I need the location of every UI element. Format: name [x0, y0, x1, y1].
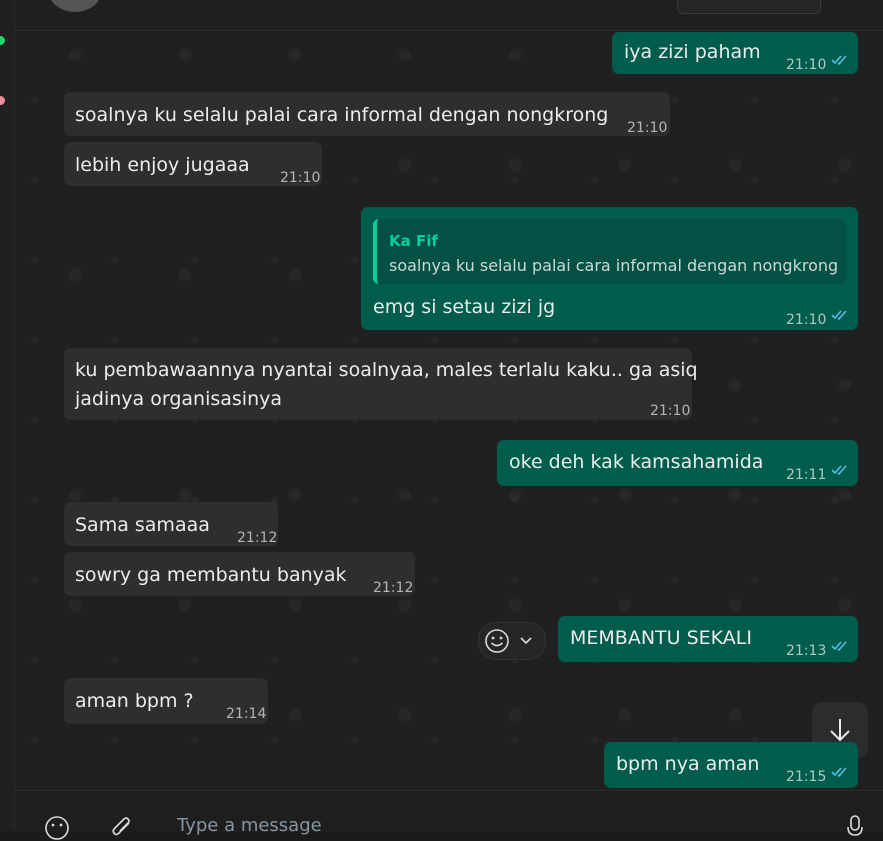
message-bubble[interactable]: ku pembawaannya nyantai soalnyaa, males … [64, 348, 698, 420]
status-dot-green [0, 36, 5, 45]
double-check-icon [831, 641, 847, 652]
message-input[interactable]: Type a message [177, 815, 322, 836]
message-bubble[interactable]: aman bpm ? 21:14 [64, 678, 268, 724]
header-search-box[interactable] [677, 0, 821, 14]
message-text: sowry ga membantu banyak [75, 564, 347, 586]
message-bubble[interactable]: soalnya ku selalu palai cara informal de… [64, 92, 670, 136]
double-check-icon [831, 767, 847, 778]
double-check-icon [831, 310, 847, 321]
message-bubble[interactable]: bpm nya aman 21:15 [604, 742, 858, 788]
message-bubble[interactable]: MEMBANTU SEKALI 21:13 [558, 616, 858, 662]
message-text: iya zizi paham [624, 41, 761, 63]
reaction-button[interactable] [478, 622, 546, 660]
message-bubble[interactable]: lebih enjoy jugaaa 21:10 [64, 142, 322, 186]
smiley-icon [485, 629, 509, 653]
message-text: bpm nya aman [616, 753, 760, 775]
avatar[interactable] [49, 0, 101, 12]
attach-icon[interactable] [109, 815, 135, 841]
message-bubble[interactable]: sowry ga membantu banyak 21:12 [64, 552, 415, 596]
message-time: 21:15 [786, 769, 827, 785]
quote-text: soalnya ku selalu palai cara informal de… [389, 256, 839, 275]
message-text: aman bpm ? [75, 690, 194, 712]
message-composer: Type a message [15, 790, 883, 840]
status-dot-pink [0, 96, 5, 105]
message-time: 21:12 [237, 530, 278, 546]
message-text: Sama samaaa [75, 514, 210, 536]
double-check-icon [831, 465, 847, 476]
microphone-icon[interactable] [846, 815, 864, 841]
message-time: 21:10 [786, 312, 827, 328]
chat-header [15, 0, 883, 31]
message-bubble[interactable]: Sama samaaa 21:12 [64, 502, 278, 546]
message-time: 21:10 [786, 57, 827, 73]
message-time: 21:10 [650, 403, 691, 419]
message-bubble[interactable]: iya zizi paham 21:10 [612, 32, 858, 74]
message-time: 21:14 [226, 706, 267, 722]
message-time: 21:10 [627, 120, 668, 136]
message-text-line-2: jadinya organisasinya [75, 388, 283, 410]
message-text: soalnya ku selalu palai cara informal de… [75, 104, 609, 126]
message-time: 21:10 [280, 170, 321, 186]
message-text: MEMBANTU SEKALI [570, 627, 752, 649]
message-time: 21:12 [373, 580, 414, 596]
left-strip [0, 0, 15, 831]
message-time: 21:13 [786, 643, 827, 659]
message-text: oke deh kak kamsahamida [509, 451, 764, 473]
emoji-icon[interactable] [44, 815, 70, 841]
message-text: lebih enjoy jugaaa [75, 154, 250, 176]
chevron-down-icon [520, 637, 532, 645]
quoted-message[interactable]: Ka Fif soalnya ku selalu palai cara info… [373, 219, 846, 284]
message-text-line-1: ku pembawaannya nyantai soalnyaa, males … [75, 359, 698, 381]
message-bubble[interactable]: oke deh kak kamsahamida 21:11 [497, 440, 858, 486]
message-text: emg si setau zizi jg [373, 296, 556, 318]
arrow-down-icon [830, 719, 850, 742]
chat-pane: iya zizi paham 21:10 soalnya ku selalu p… [15, 0, 883, 790]
double-check-icon [831, 55, 847, 66]
message-time: 21:11 [786, 467, 827, 483]
message-bubble[interactable]: Ka Fif soalnya ku selalu palai cara info… [361, 207, 858, 330]
